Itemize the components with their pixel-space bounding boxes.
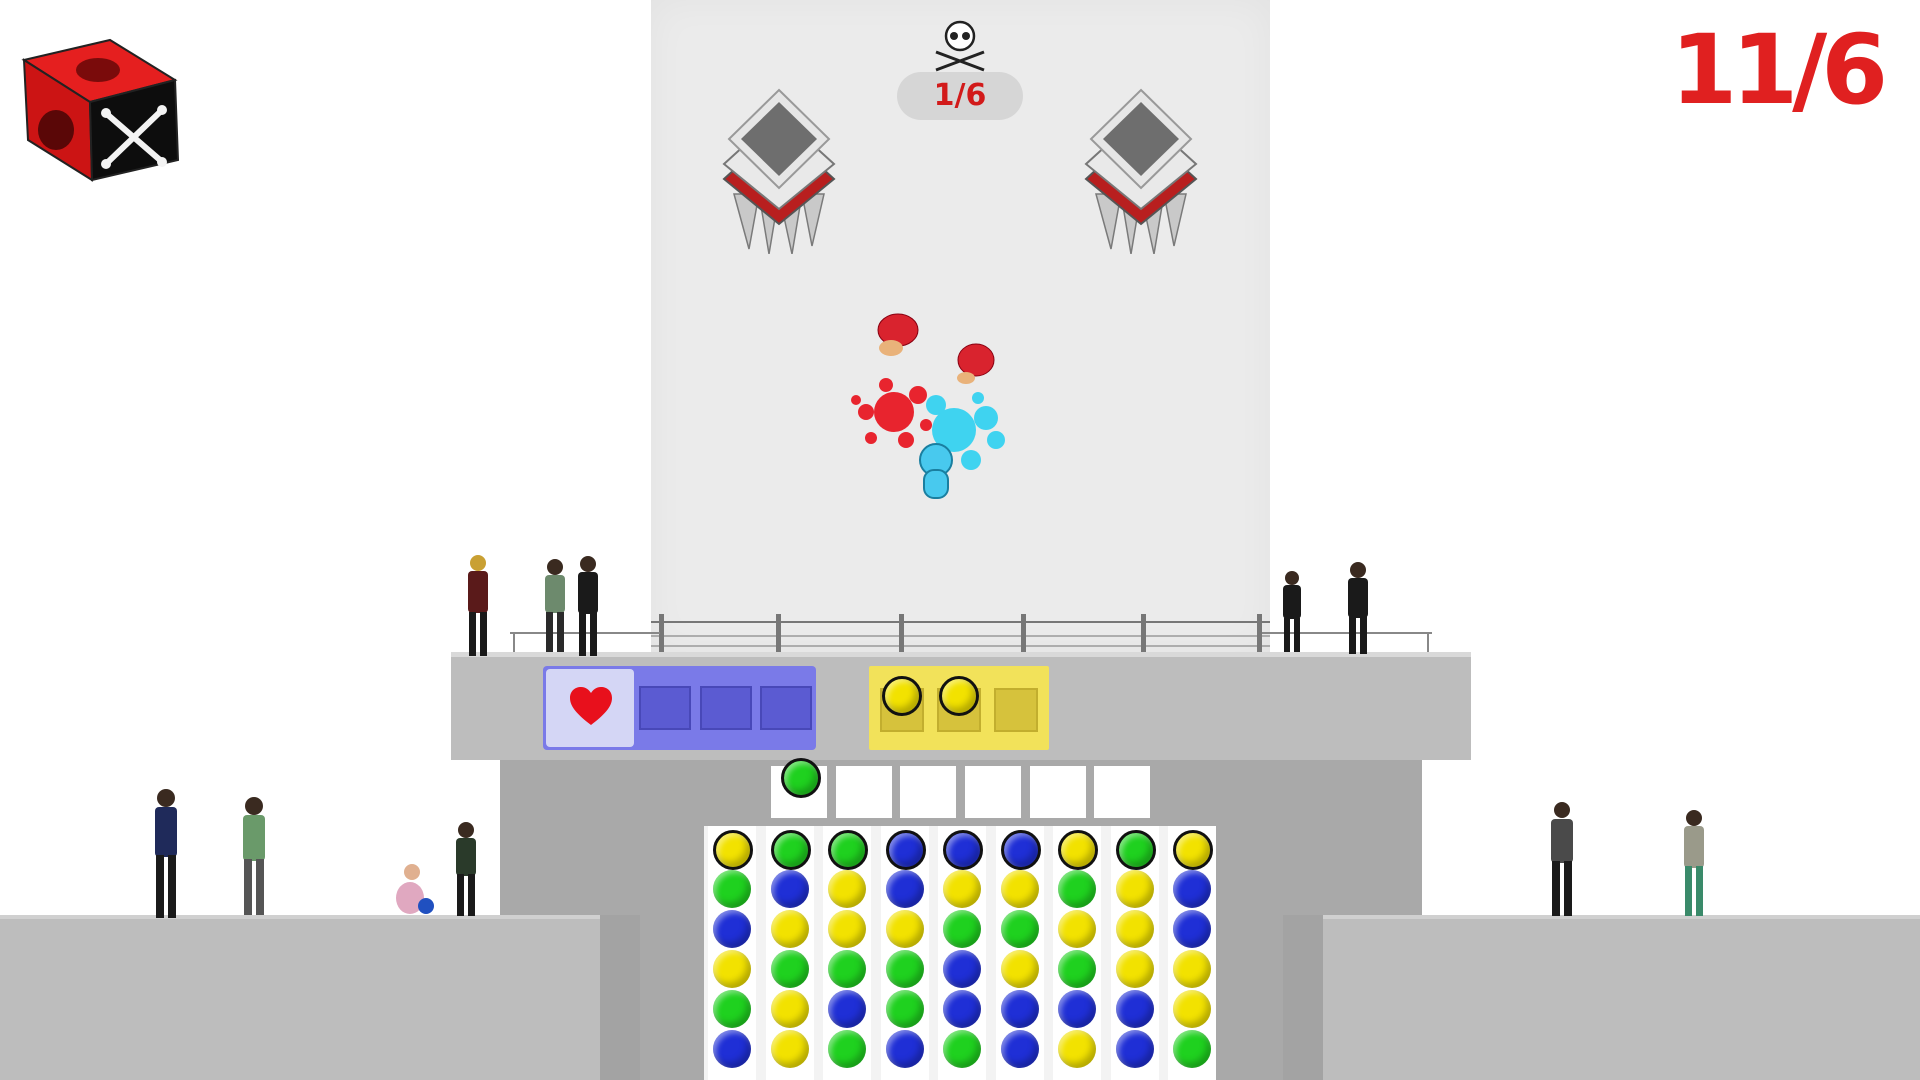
ball-yellow xyxy=(943,870,981,908)
arena-kill-counter: 1/6 xyxy=(897,72,1023,120)
health-slot-2 xyxy=(700,686,752,730)
ball-blue xyxy=(1173,870,1211,908)
ball-green xyxy=(943,910,981,948)
ball-green[interactable] xyxy=(1115,830,1156,870)
ball-blue[interactable] xyxy=(943,830,983,870)
ball-blue[interactable] xyxy=(1000,830,1041,870)
ball-green xyxy=(713,990,751,1028)
ball-green xyxy=(943,1030,981,1068)
queued-ball-green xyxy=(781,758,821,798)
queue-slot-6 xyxy=(1094,766,1150,818)
ball-yellow xyxy=(1115,950,1154,988)
ball-yellow xyxy=(1173,990,1211,1028)
ground-left xyxy=(0,915,640,1080)
collected-ball-yellow xyxy=(882,676,922,716)
ball-blue xyxy=(1000,990,1039,1028)
health-slot-1 xyxy=(639,686,691,730)
skull-crossbones-icon xyxy=(935,20,985,72)
ball-yellow xyxy=(713,950,751,988)
person xyxy=(456,822,476,916)
spike-crusher-right xyxy=(1084,88,1198,254)
ball-yellow xyxy=(1000,870,1039,908)
ball-yellow xyxy=(1115,910,1154,948)
person xyxy=(155,789,177,918)
ball-blue xyxy=(1173,910,1211,948)
ball-blue xyxy=(885,1030,924,1068)
queue-slot-4 xyxy=(965,766,1021,818)
blue-player xyxy=(919,443,953,499)
ball-green xyxy=(885,950,924,988)
ball-blue xyxy=(770,870,809,908)
ball-blue xyxy=(1115,1030,1154,1068)
ball-yellow xyxy=(1115,870,1154,908)
ball-blue xyxy=(1000,1030,1039,1068)
ball-blue xyxy=(713,910,751,948)
ball-yellow[interactable] xyxy=(1058,830,1098,870)
yellow-slot-3 xyxy=(994,688,1038,732)
ball-blue xyxy=(713,1030,751,1068)
ball-green xyxy=(770,950,809,988)
ball-green xyxy=(1173,1030,1211,1068)
ground-left-edge xyxy=(600,915,640,1080)
ball-yellow xyxy=(770,1030,809,1068)
ball-yellow[interactable] xyxy=(713,830,753,870)
ball-yellow xyxy=(828,870,866,908)
ball-yellow xyxy=(1173,950,1211,988)
red-enemy-1 xyxy=(877,313,919,356)
person xyxy=(1551,802,1573,916)
ball-yellow xyxy=(1058,910,1096,948)
person xyxy=(396,864,434,914)
battle-fighters xyxy=(851,313,1005,499)
arena-fence xyxy=(651,614,1270,652)
ball-blue xyxy=(1058,990,1096,1028)
ball-yellow xyxy=(1000,950,1039,988)
red-paint-splat xyxy=(851,378,932,448)
ledge-railing-left xyxy=(510,632,660,654)
queue-slot-2 xyxy=(836,766,892,818)
ball-yellow xyxy=(828,910,866,948)
ball-blue xyxy=(1115,990,1154,1028)
ball-blue[interactable] xyxy=(885,830,926,870)
skull-crossbones-cube-icon xyxy=(21,38,180,182)
ball-yellow xyxy=(770,990,809,1028)
ball-green[interactable] xyxy=(828,830,868,870)
heart-slot xyxy=(546,669,634,747)
queue-slot-3 xyxy=(900,766,956,818)
ball-green xyxy=(1000,910,1039,948)
ball-green xyxy=(828,1030,866,1068)
ball-green xyxy=(885,990,924,1028)
ground-right xyxy=(1283,915,1920,1080)
ball-blue xyxy=(828,990,866,1028)
ball-yellow[interactable] xyxy=(1173,830,1213,870)
person xyxy=(243,797,265,915)
ledge-railing-right xyxy=(1262,632,1432,654)
ball-green xyxy=(1058,870,1096,908)
ball-blue xyxy=(943,990,981,1028)
ball-yellow xyxy=(1058,1030,1096,1068)
collected-ball-yellow xyxy=(939,676,979,716)
ball-blue xyxy=(943,950,981,988)
ball-green xyxy=(713,870,751,908)
ball-green[interactable] xyxy=(770,830,811,870)
ball-yellow xyxy=(885,910,924,948)
ball-columns xyxy=(704,826,1216,1080)
ball-green xyxy=(828,950,866,988)
person xyxy=(1684,810,1704,916)
ball-yellow xyxy=(770,910,809,948)
ball-blue xyxy=(885,870,924,908)
queue-slot-5 xyxy=(1030,766,1086,818)
heart-icon xyxy=(570,687,612,725)
red-enemy-2 xyxy=(957,343,995,384)
health-slot-3 xyxy=(760,686,812,730)
person xyxy=(468,555,488,656)
level-counter: 11/6 xyxy=(1670,14,1888,126)
ball-green xyxy=(1058,950,1096,988)
spike-crusher-left xyxy=(722,88,836,254)
ground-right-edge xyxy=(1283,915,1323,1080)
